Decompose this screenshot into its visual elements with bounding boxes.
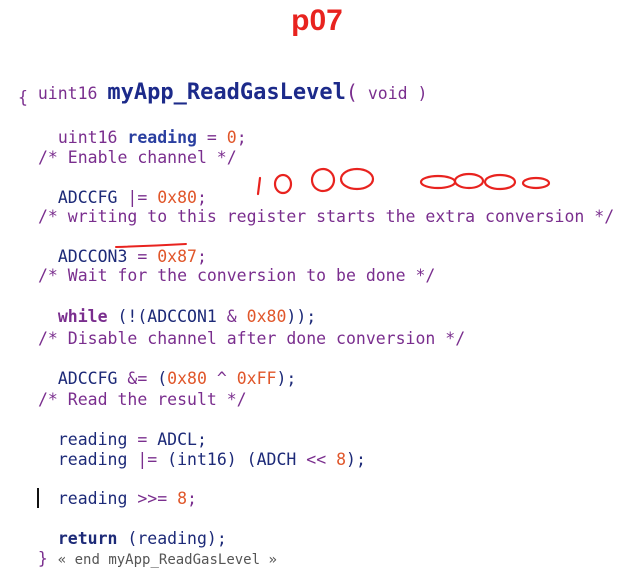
decl-val: 0 — [226, 128, 237, 147]
val-0xff: 0xFF — [236, 369, 277, 388]
op-shift-left: << — [306, 450, 327, 469]
reg-adccon1: ADCCON1 — [147, 307, 217, 326]
semi: ; — [187, 489, 197, 508]
op-shift-right-assign: >>= — [137, 489, 168, 508]
op-and-assign: &= — [127, 369, 148, 388]
comment-wait: /* Wait for the conversion to be done */ — [38, 266, 436, 285]
open-paren: ( — [345, 80, 358, 104]
paren-open: ( — [157, 369, 168, 388]
reg-adccfg: ADCCFG — [57, 369, 118, 388]
op-xor: ^ — [216, 369, 227, 388]
val-8: 8 — [177, 489, 188, 508]
close-paren: ) — [417, 84, 428, 103]
reg-adccfg: ADCCFG — [57, 188, 118, 207]
val-0x80: 0x80 — [246, 307, 287, 326]
decl-line: uint16 reading = 0; — [38, 108, 247, 148]
function-signature: uint16 myApp_ReadGasLevel( void ) — [18, 62, 428, 105]
val-0x80: 0x80 — [157, 188, 197, 207]
stmt-start-conversion: ADCCON3 = 0x87; — [38, 227, 207, 267]
open-brace: { — [18, 88, 28, 107]
comment-read-result: /* Read the result */ — [38, 390, 247, 409]
reg-adccon3: ADCCON3 — [57, 247, 128, 266]
stmt-read-adch: reading |= (int16) (ADCH << 8); — [38, 430, 366, 470]
op-or-assign: |= — [137, 450, 158, 469]
val-0x80: 0x80 — [167, 369, 207, 388]
val-0x87: 0x87 — [157, 247, 197, 266]
stmt-while: while (!(ADCCON1 & 0x80)); — [38, 287, 316, 327]
paren-close: ); — [276, 369, 297, 388]
cast-int16: (int16) — [167, 450, 237, 469]
stmt-shift: reading >>= 8; — [38, 469, 197, 509]
semi: ; — [196, 188, 207, 207]
end-function-note: « end myApp_ReadGasLevel » — [57, 552, 277, 568]
decl-var: reading — [127, 128, 197, 147]
function-name: myApp_ReadGasLevel — [107, 80, 346, 105]
stmt-disable: ADCCFG &= (0x80 ^ 0xFF); — [38, 349, 296, 389]
stmt-enable-channel: ADCCFG |= 0x80; — [38, 168, 207, 208]
op-or-assign: |= — [127, 188, 148, 207]
paren-close: )); — [286, 307, 317, 326]
comment-start-conversion: /* writing to this register starts the e… — [38, 207, 615, 226]
op-assign: = — [137, 247, 148, 266]
page-title: p07 — [291, 4, 343, 37]
op-and: & — [226, 307, 237, 326]
close-brace: } — [37, 549, 48, 568]
decl-eq: = — [206, 128, 217, 147]
param-void: void — [367, 84, 408, 103]
decl-semi: ; — [236, 128, 247, 147]
handwritten-number-0000 — [419, 172, 551, 191]
semi: ; — [196, 247, 207, 266]
decl-type: uint16 — [57, 128, 118, 147]
closing-line: } « end myApp_ReadGasLevel » — [18, 529, 277, 570]
keyword-while: while — [57, 307, 108, 326]
handwritten-number-1000 — [256, 167, 375, 196]
var-reading: reading — [57, 450, 128, 469]
paren-open: (!( — [117, 307, 148, 326]
paren-close: ); — [346, 450, 366, 469]
val-8: 8 — [336, 450, 347, 469]
comment-disable: /* Disable channel after done conversion… — [38, 329, 466, 348]
return-type: uint16 — [37, 84, 98, 103]
comment-enable-channel: /* Enable channel */ — [38, 148, 237, 167]
reg-adch: (ADCH — [246, 450, 297, 469]
var-reading: reading — [57, 489, 128, 508]
text-cursor — [37, 488, 39, 508]
